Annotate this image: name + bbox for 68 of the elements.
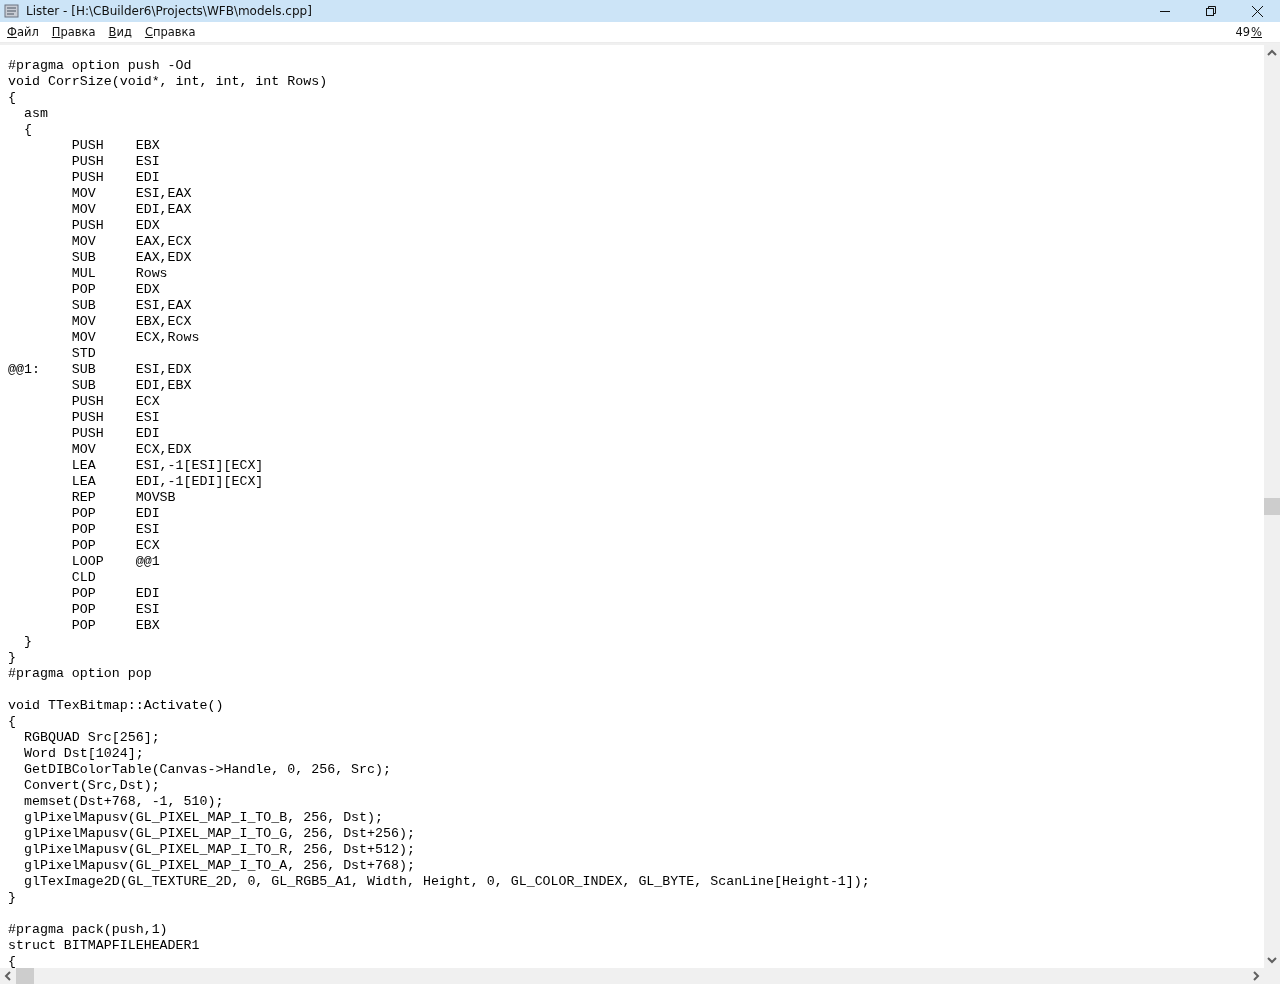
- code-line: {: [8, 954, 16, 968]
- code-line: glPixelMapusv(GL_PIXEL_MAP_I_TO_A, 256, Dst+768);: [22, 858, 415, 874]
- code-line: asm: [22, 106, 48, 122]
- code-line: memset(Dst+768, -1, 510);: [22, 794, 224, 810]
- code-line: POP ESI: [70, 602, 160, 618]
- code-line: Convert(Src,Dst);: [22, 778, 160, 794]
- code-line: PUSH EDI: [70, 426, 160, 442]
- zoom-percent: 49%: [1235, 25, 1262, 39]
- code-line: GetDIBColorTable(Canvas->Handle, 0, 256, Src);: [22, 762, 391, 778]
- menu-item[interactable]: Вид: [108, 25, 132, 39]
- restore-icon: [1206, 6, 1216, 16]
- code-line: MOV EBX,ECX: [70, 314, 192, 330]
- code-line: @@1: SUB ESI,EDX: [8, 362, 192, 378]
- code-line: struct BITMAPFILEHEADER1: [8, 938, 200, 954]
- code-line: void CorrSize(void*, int, int, int Rows): [8, 74, 328, 90]
- code-line: MOV EAX,ECX: [70, 234, 192, 250]
- code-line: PUSH ECX: [70, 394, 160, 410]
- code-line: LEA ESI,-1[ESI][ECX]: [70, 458, 264, 474]
- code-line: {: [8, 90, 16, 106]
- vertical-scrollbar[interactable]: [1264, 45, 1280, 968]
- code-line: RGBQUAD Src[256];: [22, 730, 160, 746]
- code-line: REP MOVSB: [70, 490, 176, 506]
- code-line: glPixelMapusv(GL_PIXEL_MAP_I_TO_B, 256, Dst);: [22, 810, 384, 826]
- menu-item[interactable]: Справка: [144, 25, 196, 39]
- code-line: PUSH EBX: [70, 138, 160, 154]
- close-icon: [1251, 5, 1263, 17]
- menu-item[interactable]: Правка: [51, 25, 96, 39]
- code-line: glPixelMapusv(GL_PIXEL_MAP_I_TO_R, 256, Dst+512);: [22, 842, 415, 858]
- code-line: PUSH EDI: [70, 170, 160, 186]
- code-line: }: [22, 634, 32, 650]
- code-line: POP ESI: [70, 522, 160, 538]
- scroll-thumb[interactable]: [1264, 498, 1280, 515]
- code-line: SUB EAX,EDX: [70, 250, 192, 266]
- code-line: Word Dst[1024];: [22, 746, 144, 762]
- code-line: LEA EDI,-1[EDI][ECX]: [70, 474, 264, 490]
- code-line: void TTexBitmap::Activate(): [8, 698, 224, 714]
- code-line: MOV EDI,EAX: [70, 202, 192, 218]
- code-line: MOV ESI,EAX: [70, 186, 192, 202]
- code-line: MOV ECX,Rows: [70, 330, 200, 346]
- code-line: PUSH EDX: [70, 218, 160, 234]
- code-line: POP ECX: [70, 538, 160, 554]
- code-line: PUSH ESI: [70, 154, 160, 170]
- horizontal-scrollbar[interactable]: [0, 968, 1280, 984]
- code-line: PUSH ESI: [70, 410, 160, 426]
- code-line: CLD: [70, 570, 96, 586]
- code-line: SUB ESI,EAX: [70, 298, 192, 314]
- code-line: MUL Rows: [70, 266, 168, 282]
- code-line: MOV ECX,EDX: [70, 442, 192, 458]
- code-line: STD: [70, 346, 96, 362]
- code-line: {: [8, 714, 16, 730]
- window-title: Lister - [H:\CBuilder6\Projects\WFB\models.cpp]: [26, 4, 313, 18]
- code-line: #pragma pack(push,1): [8, 922, 168, 938]
- code-line: POP EDI: [70, 586, 160, 602]
- code-line: SUB EDI,EBX: [70, 378, 192, 394]
- code-line: glTexImage2D(GL_TEXTURE_2D, 0, GL_RGB5_A1, Width, Height, 0, GL_COLOR_INDEX, GL_BYTE, ScanLine[Height-1]);: [22, 874, 870, 890]
- code-line: POP EDI: [70, 506, 160, 522]
- code-line: LOOP @@1: [70, 554, 160, 570]
- code-line: #pragma option push -Od: [8, 58, 192, 74]
- code-line: glPixelMapusv(GL_PIXEL_MAP_I_TO_G, 256, Dst+256);: [22, 826, 415, 842]
- code-line: {: [22, 122, 32, 138]
- code-line: #pragma option pop: [8, 666, 152, 682]
- code-line: }: [8, 650, 16, 666]
- code-line: }: [8, 890, 16, 906]
- menu-item[interactable]: Файл: [7, 25, 39, 39]
- code-line: POP EDX: [70, 282, 160, 298]
- scroll-thumb[interactable]: [16, 968, 34, 984]
- notepad-icon: [4, 3, 20, 19]
- code-line: POP EBX: [70, 618, 160, 634]
